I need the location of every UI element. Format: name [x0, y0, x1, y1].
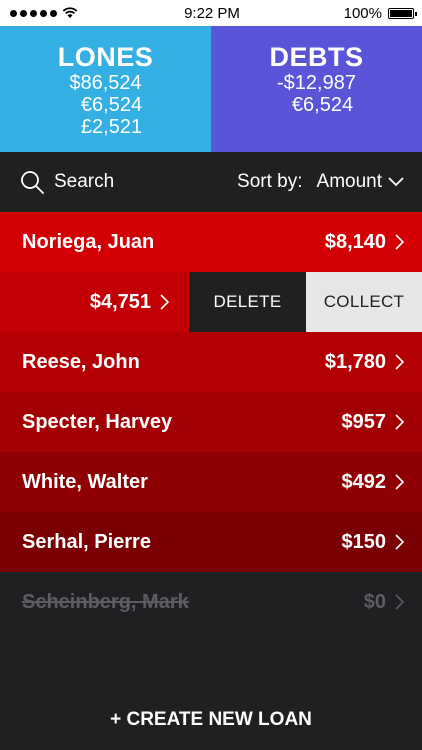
- debts-panel[interactable]: DEBTS -$12,987 €6,524: [211, 26, 422, 152]
- chevron-right-icon: [395, 594, 404, 610]
- loan-row[interactable]: Serhal, Pierre $150: [0, 512, 422, 572]
- battery-area: 100%: [304, 4, 417, 22]
- chevron-right-icon: [395, 414, 404, 430]
- search-button[interactable]: Search: [20, 170, 114, 194]
- lones-amount: €6,524: [80, 94, 143, 116]
- debts-amount: €6,524: [291, 94, 354, 116]
- lones-amount: £2,521: [80, 116, 143, 138]
- summary-header: LONES $86,524 €6,524 £2,521 DEBTS -$12,9…: [0, 26, 422, 152]
- sort-control[interactable]: Sort by: Amount: [237, 171, 404, 193]
- battery-percent: 100%: [343, 4, 382, 22]
- status-bar: 9:22 PM 100%: [0, 0, 422, 26]
- loan-name: Serhal, Pierre: [22, 530, 151, 553]
- chevron-down-icon: [388, 177, 404, 187]
- collect-button[interactable]: COLLECT: [306, 272, 422, 332]
- loan-amount: $8,140: [324, 230, 386, 253]
- search-label: Search: [54, 171, 115, 192]
- loan-amount: $492: [341, 470, 387, 493]
- loan-row-swiped[interactable]: $4,751 DELETE COLLECT: [0, 272, 422, 332]
- loan-row[interactable]: Reese, John $1,780: [0, 332, 422, 392]
- signal-area: [10, 7, 120, 19]
- status-time: 9:22 PM: [184, 4, 240, 22]
- lones-title: LONES: [57, 42, 154, 72]
- sort-value: Amount: [316, 171, 382, 192]
- search-icon: [21, 171, 44, 194]
- loan-amount: $4,751: [89, 290, 151, 313]
- debts-title: DEBTS: [269, 42, 364, 72]
- loan-amount: $957: [341, 410, 387, 433]
- loan-name: Specter, Harvey: [22, 410, 173, 433]
- loan-name: Reese, John: [22, 350, 140, 373]
- loan-name: Noriega, Juan: [22, 230, 155, 253]
- swiped-amount: $4,751: [0, 272, 189, 332]
- chevron-right-icon: [395, 474, 404, 490]
- loan-amount: $150: [341, 530, 387, 553]
- loan-name: White, Walter: [22, 470, 148, 493]
- sort-label: Sort by:: [237, 171, 303, 192]
- loan-row[interactable]: White, Walter $492: [0, 452, 422, 512]
- chevron-right-icon: [395, 234, 404, 250]
- loan-list: Noriega, Juan $8,140 $4,751 DELETE COLLE…: [0, 212, 422, 632]
- loan-row[interactable]: Noriega, Juan $8,140: [0, 212, 422, 272]
- create-loan-button[interactable]: + CREATE NEW LOAN: [0, 690, 422, 750]
- lones-amount: $86,524: [69, 72, 142, 94]
- loan-row-settled[interactable]: Scheinberg, Mark $0: [0, 572, 422, 632]
- loan-amount: $0: [363, 590, 386, 613]
- chevron-right-icon: [395, 354, 404, 370]
- delete-button[interactable]: DELETE: [189, 272, 306, 332]
- lones-panel[interactable]: LONES $86,524 €6,524 £2,521: [0, 26, 211, 152]
- toolbar: Search Sort by: Amount: [0, 152, 422, 212]
- debts-amount: -$12,987: [277, 72, 356, 94]
- loan-name: Scheinberg, Mark: [22, 590, 189, 613]
- signal-strength-icon: [10, 9, 57, 17]
- loan-amount: $1,780: [324, 350, 386, 373]
- loan-row[interactable]: Specter, Harvey $957: [0, 392, 422, 452]
- battery-icon: [388, 7, 417, 19]
- chevron-right-icon: [395, 534, 404, 550]
- wifi-icon: [62, 7, 78, 18]
- chevron-right-icon: [160, 294, 169, 310]
